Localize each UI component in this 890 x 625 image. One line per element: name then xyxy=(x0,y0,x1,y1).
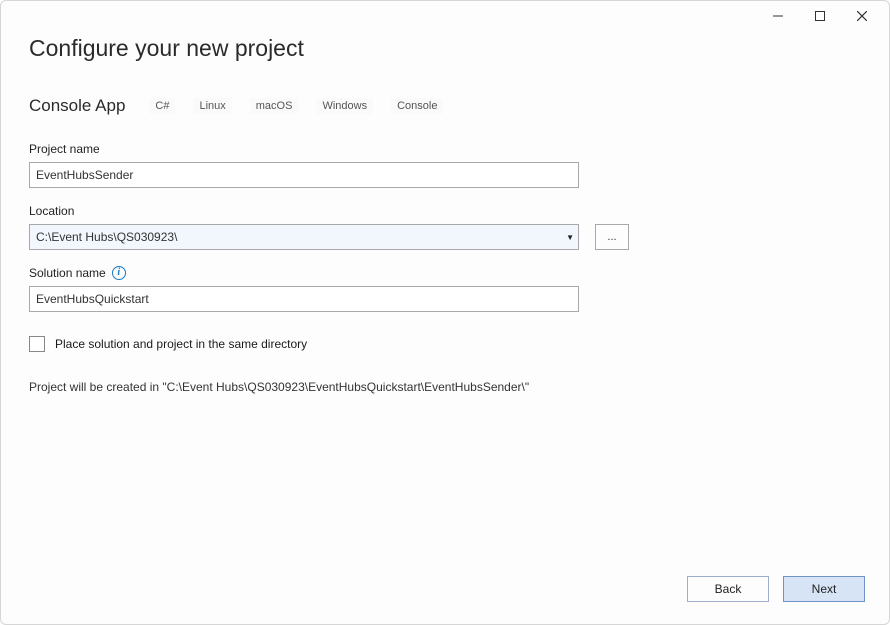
same-directory-label: Place solution and project in the same d… xyxy=(55,337,307,351)
project-name-group: Project name xyxy=(29,142,861,188)
next-button[interactable]: Next xyxy=(783,576,865,602)
next-label: Next xyxy=(812,582,837,596)
solution-name-group: Solution name i xyxy=(29,266,861,312)
dialog-window: Configure your new project Console App C… xyxy=(0,0,890,625)
template-tag: Console xyxy=(391,98,443,114)
solution-name-label: Solution name i xyxy=(29,266,861,280)
solution-name-label-text: Solution name xyxy=(29,266,106,280)
window-titlebar xyxy=(1,1,889,31)
page-title: Configure your new project xyxy=(29,35,861,62)
path-preview: Project will be created in "C:\Event Hub… xyxy=(29,380,861,394)
back-button[interactable]: Back xyxy=(687,576,769,602)
maximize-button[interactable] xyxy=(799,2,841,30)
location-label: Location xyxy=(29,204,861,218)
template-tag: C# xyxy=(149,98,175,114)
template-tag: macOS xyxy=(250,98,299,114)
project-name-input[interactable] xyxy=(29,162,579,188)
dialog-footer: Back Next xyxy=(1,560,889,624)
location-value: C:\Event Hubs\QS030923\ xyxy=(36,230,177,244)
back-label: Back xyxy=(715,582,742,596)
same-directory-row: Place solution and project in the same d… xyxy=(29,336,861,352)
minimize-button[interactable] xyxy=(757,2,799,30)
solution-name-input[interactable] xyxy=(29,286,579,312)
location-group: Location C:\Event Hubs\QS030923\ ▼ ... xyxy=(29,204,861,250)
template-tag: Windows xyxy=(316,98,373,114)
same-directory-checkbox[interactable] xyxy=(29,336,45,352)
close-button[interactable] xyxy=(841,2,883,30)
browse-button[interactable]: ... xyxy=(595,224,629,250)
template-header: Console App C# Linux macOS Windows Conso… xyxy=(29,96,861,116)
project-name-label: Project name xyxy=(29,142,861,156)
browse-label: ... xyxy=(607,231,616,243)
dialog-content: Configure your new project Console App C… xyxy=(1,31,889,560)
template-name: Console App xyxy=(29,96,125,116)
chevron-down-icon: ▼ xyxy=(566,233,574,242)
location-combobox[interactable]: C:\Event Hubs\QS030923\ ▼ xyxy=(29,224,579,250)
info-icon[interactable]: i xyxy=(112,266,126,280)
template-tag: Linux xyxy=(193,98,231,114)
